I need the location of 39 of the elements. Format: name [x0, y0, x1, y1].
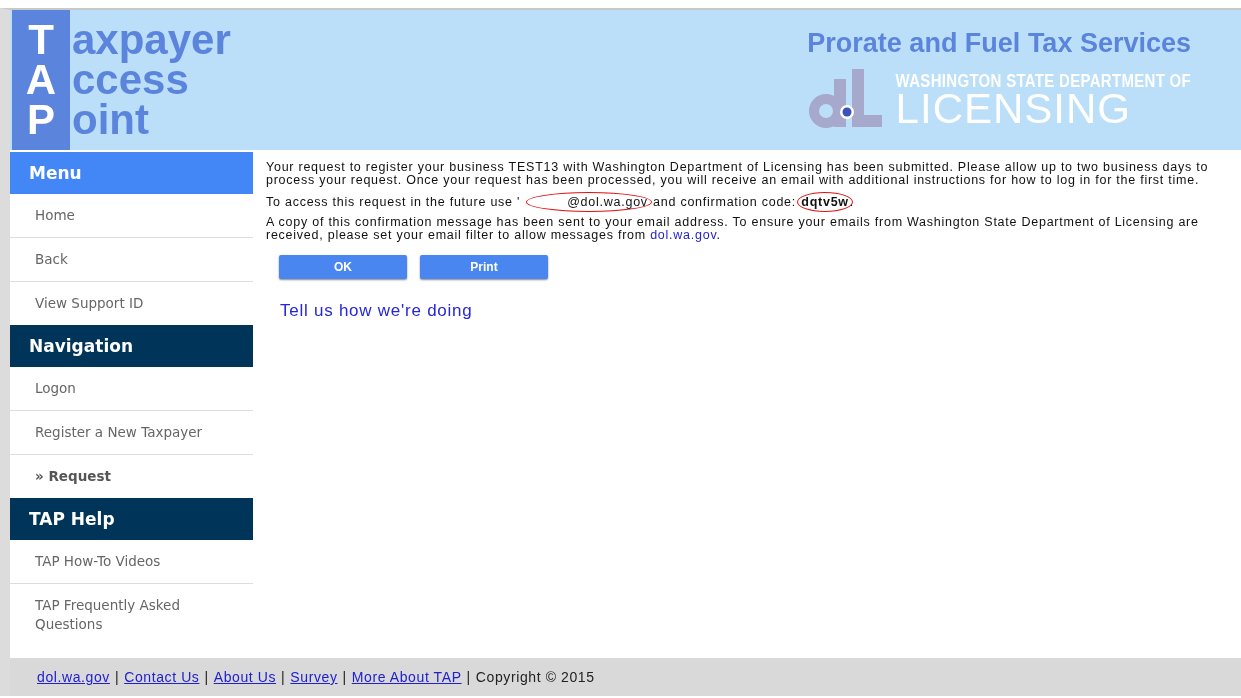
- confirmation-text: Your request to register your business TEST13 with Washington Department of Licensing has been submitted. Please allow up to two business days to process your request. Once your request has been processed, you will receive an email with additional instructions for how to log in for the first time.: [266, 161, 1210, 186]
- sidebar-item[interactable]: Back: [10, 238, 253, 282]
- sidebar-item[interactable]: » Request: [10, 455, 253, 498]
- separator-text: |: [342, 669, 347, 685]
- footer-link[interactable]: dol.wa.gov: [37, 669, 110, 685]
- access-instructions: and confirmation code:: [652, 195, 798, 209]
- footer-link[interactable]: About Us: [213, 669, 277, 685]
- logo-icon: [807, 69, 882, 129]
- sidebar-item[interactable]: View Support ID: [10, 282, 253, 325]
- sidebar-item[interactable]: Logon: [10, 367, 253, 411]
- sidebar-item[interactable]: Register a New Taxpayer: [10, 411, 253, 455]
- sidebar-item[interactable]: Home: [10, 194, 253, 238]
- separator-text: |: [281, 669, 286, 685]
- sidebar-heading: TAP Help: [10, 498, 253, 540]
- agency-name: LICENSING: [895, 89, 1131, 129]
- sidebar-item[interactable]: TAP Frequently Asked Questions: [10, 584, 253, 646]
- separator-text: |: [204, 669, 209, 685]
- service-title: Prorate and Fuel Tax Services: [807, 28, 1191, 59]
- action-button[interactable]: OK: [279, 255, 407, 279]
- action-button[interactable]: Print: [420, 255, 548, 279]
- logo-word: oint: [71, 100, 150, 140]
- footer-link[interactable]: Contact Us: [124, 669, 200, 685]
- email-notice: A copy of this confirmation message has been sent to your email address. To ensure your emails from Washington State Department of Licensing are received, please set your email filter to allow messages from dol.wa.gov.: [266, 216, 1200, 241]
- sidebar-heading: Navigation: [10, 325, 253, 367]
- copyright-text: Copyright © 2015: [475, 669, 595, 685]
- logo-letter: A: [24, 60, 58, 100]
- logo-letter: T: [27, 20, 55, 60]
- period-text: .: [849, 195, 855, 209]
- separator-text: |: [114, 669, 120, 685]
- footer-link[interactable]: More About TAP: [351, 669, 462, 685]
- sidebar-heading: Menu: [10, 152, 253, 194]
- footer-link[interactable]: Survey: [290, 669, 338, 685]
- logo-letter: P: [26, 100, 56, 140]
- agency-subtitle: WASHINGTON STATE DEPARTMENT OF: [895, 70, 1191, 91]
- separator-text: |: [466, 669, 471, 685]
- sidebar-item[interactable]: TAP How-To Videos: [10, 540, 253, 584]
- access-instructions: To access this request in the future use ': [266, 195, 521, 209]
- feedback-link[interactable]: Tell us how we're doing: [280, 301, 473, 321]
- dol-link[interactable]: dol.wa.gov: [650, 227, 717, 242]
